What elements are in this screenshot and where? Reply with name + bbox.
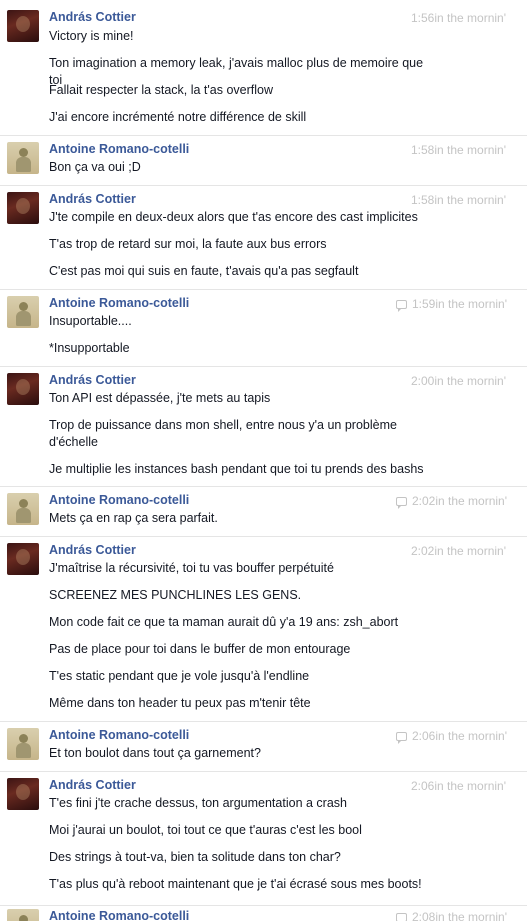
message-group: András Cottier 2:00in the mornin' Ton AP… [0, 367, 527, 487]
message-group: Antoine Romano-cotelli 1:59in the mornin… [0, 290, 527, 367]
chat-bubble-icon [396, 913, 407, 921]
message-group: András Cottier 2:06in the mornin' T'es f… [0, 772, 527, 906]
avatar[interactable] [7, 142, 39, 174]
avatar[interactable] [7, 728, 39, 760]
message-text: T'es fini j'te crache dessus, ton argume… [49, 796, 347, 810]
message-text: *Insupportable [49, 341, 130, 355]
timestamp-text: 2:08in the mornin' [412, 910, 508, 921]
timestamp: 1:58in the mornin' [411, 143, 507, 157]
message-group: Antoine Romano-cotelli 2:08in the mornin… [0, 906, 527, 921]
timestamp-text: 2:02in the mornin' [412, 494, 508, 508]
avatar[interactable] [7, 543, 39, 575]
timestamp: 2:08in the mornin' [396, 910, 507, 921]
author-name[interactable]: Antoine Romano-cotelli [49, 142, 189, 157]
timestamp: 2:00in the mornin' [411, 374, 507, 388]
message-text: Insuportable.... [49, 314, 132, 328]
timestamp: 1:58in the mornin' [411, 193, 507, 207]
author-name[interactable]: András Cottier [49, 373, 136, 388]
timestamp: 2:02in the mornin' [411, 544, 507, 558]
chat-bubble-icon [396, 497, 407, 509]
message-text: Victory is mine! [49, 29, 134, 43]
timestamp: 1:56in the mornin' [411, 11, 507, 25]
chat-bubble-icon [396, 732, 407, 744]
timestamp: 2:02in the mornin' [396, 494, 507, 509]
timestamp: 2:06in the mornin' [396, 729, 507, 744]
message-text: Et ton boulot dans tout ça garnement? [49, 746, 261, 760]
timestamp: 1:59in the mornin' [396, 297, 507, 312]
avatar[interactable] [7, 493, 39, 525]
message-text: Pas de place pour toi dans le buffer de … [49, 642, 351, 656]
message-text: Des strings à tout-va, bien ta solitude … [49, 850, 341, 864]
message-text: Ton API est dépassée, j'te mets au tapis [49, 391, 271, 405]
message-text: J'maîtrise la récursivité, toi tu vas bo… [49, 561, 334, 575]
message-group: András Cottier 2:02in the mornin' J'maît… [0, 537, 527, 722]
author-name[interactable]: Antoine Romano-cotelli [49, 493, 189, 508]
message-text: Mon code fait ce que ta maman aurait dû … [49, 615, 399, 629]
author-name[interactable]: Antoine Romano-cotelli [49, 728, 189, 743]
author-name[interactable]: Antoine Romano-cotelli [49, 909, 189, 921]
author-name[interactable]: András Cottier [49, 543, 136, 558]
author-name[interactable]: András Cottier [49, 10, 136, 25]
timestamp: 2:06in the mornin' [411, 779, 507, 793]
message-text: T'as plus qu'à reboot maintenant que je … [49, 877, 422, 891]
avatar[interactable] [7, 296, 39, 328]
author-name[interactable]: András Cottier [49, 778, 136, 793]
message-group: Antoine Romano-cotelli 2:06in the mornin… [0, 722, 527, 772]
message-text: Même dans ton header tu peux pas m'tenir… [49, 696, 311, 710]
avatar[interactable] [7, 373, 39, 405]
message-text: Fallait respecter la stack, la t'as over… [49, 83, 273, 97]
message-group: András Cottier 1:56in the mornin' Victor… [0, 0, 527, 136]
message-text: T'as trop de retard sur moi, la faute au… [49, 237, 327, 251]
message-group: Antoine Romano-cotelli 2:02in the mornin… [0, 487, 527, 537]
timestamp-text: 2:06in the mornin' [412, 729, 508, 743]
message-text: Mets ça en rap ça sera parfait. [49, 511, 218, 525]
timestamp-text: 1:59in the mornin' [412, 297, 508, 311]
chat-bubble-icon [396, 300, 407, 312]
avatar[interactable] [7, 10, 39, 42]
message-text: J'te compile en deux-deux alors que t'as… [49, 210, 418, 224]
avatar[interactable] [7, 192, 39, 224]
message-text: T'es static pendant que je vole jusqu'à … [49, 669, 310, 683]
author-name[interactable]: András Cottier [49, 192, 136, 207]
message-text: Je multiplie les instances bash pendant … [49, 462, 424, 476]
message-text: J'ai encore incrémenté notre différence … [49, 110, 307, 124]
message-text: Trop de puissance dans mon shell, entre … [49, 418, 397, 449]
message-text: C'est pas moi qui suis en faute, t'avais… [49, 264, 359, 278]
message-text: Bon ça va oui ;D [49, 160, 141, 174]
message-group: András Cottier 1:58in the mornin' J'te c… [0, 186, 527, 290]
message-group: Antoine Romano-cotelli 1:58in the mornin… [0, 136, 527, 186]
author-name[interactable]: Antoine Romano-cotelli [49, 296, 189, 311]
message-text: SCREENEZ MES PUNCHLINES LES GENS. [49, 588, 302, 602]
message-text: Moi j'aurai un boulot, toi tout ce que t… [49, 823, 362, 837]
avatar[interactable] [7, 778, 39, 810]
avatar[interactable] [7, 909, 39, 921]
